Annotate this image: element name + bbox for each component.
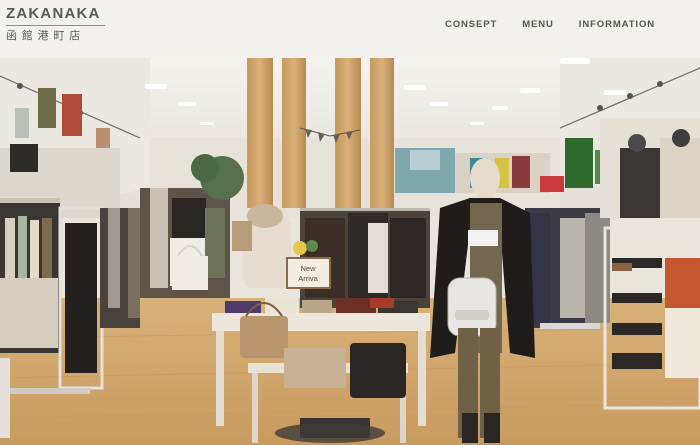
main-nav: CONSEPT MENU INFORMATION (445, 19, 655, 31)
logo-divider (6, 25, 105, 26)
store-interior-illustration: New Arriva (0, 58, 700, 445)
right-rack (525, 208, 610, 329)
sign-line-1: New (300, 264, 316, 273)
nav-link-consept[interactable]: CONSEPT (445, 19, 497, 31)
site-logo[interactable]: ZAKANAKA 函館港町店 (6, 5, 105, 42)
nav-link-menu[interactable]: MENU (522, 19, 554, 31)
site-header: ZAKANAKA 函館港町店 CONSEPT MENU INFORMATION (0, 0, 700, 58)
nav-link-information[interactable]: INFORMATION (579, 19, 655, 31)
brand-name: ZAKANAKA (6, 5, 101, 22)
brand-subtitle: 函館港町店 (6, 29, 85, 42)
hero-store-photo: New Arriva (0, 58, 700, 445)
sign-line-2: Arriva (298, 274, 318, 283)
